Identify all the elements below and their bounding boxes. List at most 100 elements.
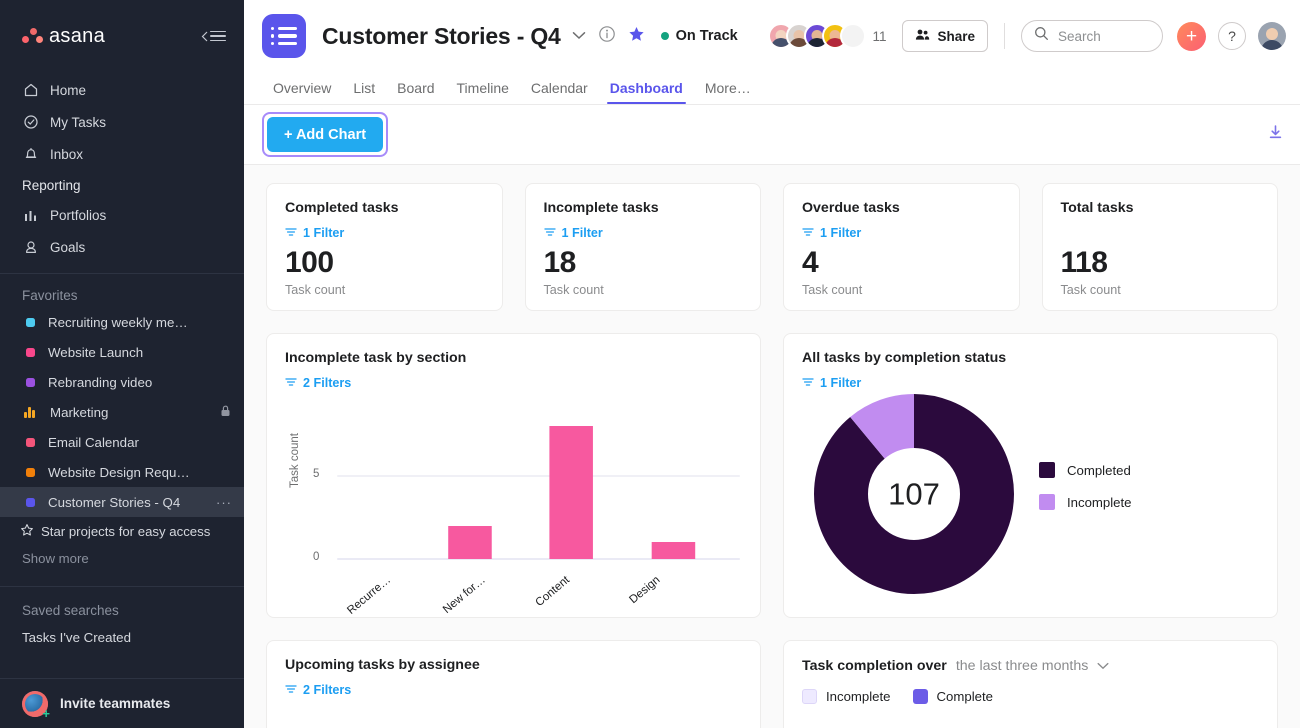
tab-list[interactable]: List — [342, 80, 386, 104]
main-area: Customer Stories - Q4 On Track 11 Share … — [244, 0, 1300, 728]
home-icon — [22, 82, 39, 99]
chevron-down-icon[interactable] — [1097, 657, 1109, 675]
bell-icon — [22, 146, 39, 163]
star-projects-hint[interactable]: Star projects for easy access — [0, 517, 244, 545]
share-button[interactable]: Share — [902, 20, 988, 52]
sidebar: asana Home My Tasks Inbox Reporting Port… — [0, 0, 244, 728]
legend-item-incomplete: Incomplete — [1039, 494, 1132, 510]
filter-icon — [285, 681, 297, 699]
legend-swatch — [1039, 462, 1055, 478]
sidebar-heading-reporting: Reporting — [22, 178, 81, 193]
stat-card-value: 4 — [802, 246, 819, 279]
chart-card-title: All tasks by completion status — [802, 350, 1007, 366]
sidebar-header: asana — [0, 0, 244, 72]
star-projects-hint-label: Star projects for easy access — [41, 523, 211, 539]
stat-card-subtitle: Task count — [1060, 283, 1121, 297]
sidebar-item-goals[interactable]: Goals — [0, 231, 244, 263]
tab-overview[interactable]: Overview — [262, 80, 342, 104]
search-input[interactable] — [1058, 28, 1150, 44]
sidebar-item-home[interactable]: Home — [0, 74, 244, 106]
x-tick-label: New for… — [440, 574, 488, 617]
chart-card-incomplete-task-by-section[interactable]: Incomplete task by section 2 Filters Tas… — [266, 333, 761, 618]
sidebar-item-tasks-ive-created[interactable]: Tasks I've Created — [0, 622, 244, 652]
time-range-selector[interactable]: the last three months — [956, 658, 1089, 674]
sidebar-item-recruiting-weekly[interactable]: Recruiting weekly me… — [0, 307, 244, 337]
sidebar-item-website-design-requests[interactable]: Website Design Requ… — [0, 457, 244, 487]
donut-legend: Completed Incomplete — [1039, 462, 1132, 526]
filter-label: 2 Filters — [303, 376, 352, 390]
bar-chart-icon — [22, 207, 39, 224]
filter-button[interactable]: 1 Filter — [802, 374, 1259, 392]
help-button[interactable]: ? — [1218, 22, 1246, 50]
collapse-sidebar-icon[interactable] — [201, 30, 226, 42]
stat-cards-row: Completed tasks 1 Filter 100 Task count … — [266, 183, 1278, 311]
account-avatar[interactable] — [1258, 22, 1286, 50]
sidebar-item-label: Customer Stories - Q4 — [48, 494, 181, 510]
sidebar-item-label: Goals — [50, 239, 86, 255]
stat-card-title: Overdue tasks — [802, 200, 900, 216]
stat-card-overdue-tasks[interactable]: Overdue tasks 1 Filter 4 Task count — [783, 183, 1020, 311]
chart-card-title: Upcoming tasks by assignee — [285, 657, 480, 673]
filter-button[interactable]: 1 Filter — [543, 224, 743, 242]
sidebar-item-inbox[interactable]: Inbox — [0, 138, 244, 170]
page-title: Customer Stories - Q4 — [322, 22, 561, 49]
member-avatars[interactable]: 11 — [768, 23, 886, 49]
overflow-menu-icon[interactable]: ··· — [216, 495, 232, 510]
y-tick-0: 0 — [313, 551, 320, 563]
download-export-icon[interactable] — [1269, 125, 1282, 144]
add-chart-button[interactable]: + Add Chart — [267, 117, 384, 152]
show-more-button[interactable]: Show more — [0, 545, 244, 576]
asana-logo[interactable]: asana — [22, 25, 105, 48]
filter-icon — [285, 224, 297, 242]
chevron-down-icon[interactable] — [572, 27, 586, 45]
info-circle-icon[interactable] — [598, 25, 616, 48]
quick-add-button[interactable]: + — [1177, 21, 1206, 51]
lock-icon — [219, 404, 232, 421]
stat-card-title: Completed tasks — [285, 200, 399, 216]
tab-timeline[interactable]: Timeline — [446, 80, 520, 104]
search-box[interactable] — [1021, 20, 1163, 52]
stat-card-completed-tasks[interactable]: Completed tasks 1 Filter 100 Task count — [266, 183, 503, 311]
stat-card-subtitle: Task count — [802, 283, 863, 297]
tab-board[interactable]: Board — [386, 80, 445, 104]
sidebar-item-marketing[interactable]: Marketing — [0, 397, 244, 427]
chart-card-all-tasks-by-completion-status[interactable]: All tasks by completion status 1 Filter … — [783, 333, 1278, 618]
chart-card-task-completion-over-time[interactable]: Task completion over the last three mont… — [783, 640, 1278, 728]
chart-card-title: Incomplete task by section — [285, 350, 467, 366]
sidebar-item-email-calendar[interactable]: Email Calendar — [0, 427, 244, 457]
star-outline-icon — [20, 523, 34, 540]
status-badge[interactable]: On Track — [660, 28, 738, 44]
sidebar-item-customer-stories-q4[interactable]: Customer Stories - Q4 ··· — [0, 487, 244, 517]
asana-logo-text: asana — [49, 24, 105, 47]
project-color-dot — [26, 467, 35, 477]
sidebar-item-label: My Tasks — [50, 114, 107, 130]
dashboard-toolbar: + Add Chart — [244, 105, 1300, 165]
sidebar-item-label: Portfolios — [50, 207, 107, 223]
project-color-dot — [26, 497, 35, 507]
project-list-icon — [262, 14, 306, 58]
filter-button[interactable]: 2 Filters — [285, 374, 742, 392]
filter-button[interactable]: 1 Filter — [802, 224, 1001, 242]
project-tabs: Overview List Board Timeline Calendar Da… — [244, 72, 1300, 104]
chart-card-upcoming-tasks-by-assignee[interactable]: Upcoming tasks by assignee 2 Filters — [266, 640, 761, 728]
star-filled-icon[interactable] — [628, 26, 645, 47]
chart-cards-row: Incomplete task by section 2 Filters Tas… — [266, 333, 1278, 618]
tab-more[interactable]: More… — [694, 80, 762, 104]
header-actions: 11 Share + ? — [768, 20, 1286, 52]
chart-card-header: Task completion over the last three mont… — [802, 657, 1259, 675]
sidebar-item-website-launch[interactable]: Website Launch — [0, 337, 244, 367]
stat-card-incomplete-tasks[interactable]: Incomplete tasks 1 Filter 18 Task count — [524, 183, 761, 311]
tab-dashboard[interactable]: Dashboard — [599, 80, 694, 104]
stat-card-total-tasks[interactable]: Total tasks 118 Task count — [1041, 183, 1278, 311]
avatar-count-bubble[interactable] — [840, 23, 867, 49]
sidebar-item-portfolios[interactable]: Portfolios — [0, 199, 244, 231]
project-header: Customer Stories - Q4 On Track 11 Share … — [244, 0, 1300, 72]
sidebar-item-my-tasks[interactable]: My Tasks — [0, 106, 244, 138]
sidebar-item-rebranding-video[interactable]: Rebranding video — [0, 367, 244, 397]
filter-button[interactable]: 1 Filter — [285, 224, 484, 242]
invite-teammates-button[interactable]: Invite teammates — [0, 678, 244, 728]
sidebar-item-label: Marketing — [50, 404, 109, 420]
stat-card-value: 100 — [285, 246, 334, 279]
filter-button[interactable]: 2 Filters — [285, 681, 742, 699]
tab-calendar[interactable]: Calendar — [520, 80, 599, 104]
